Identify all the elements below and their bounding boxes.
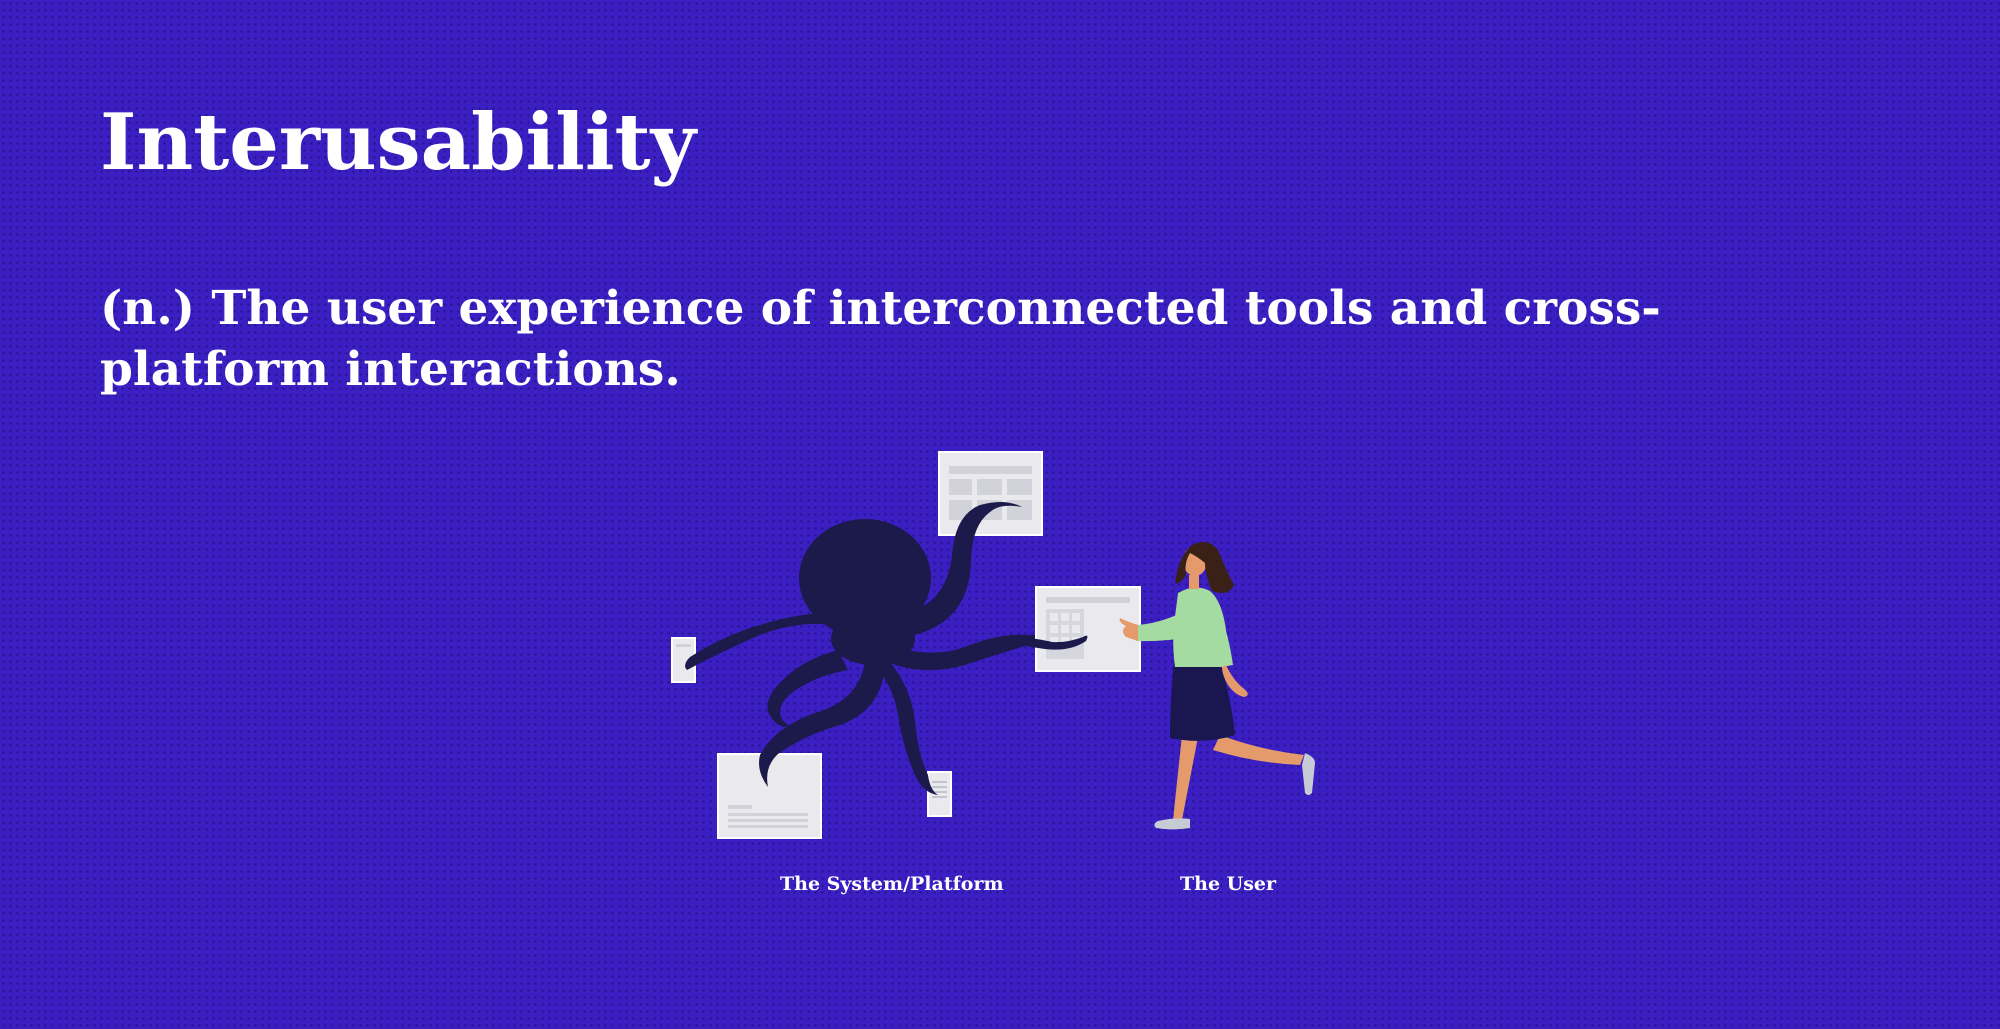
window-bottom-left (717, 753, 822, 839)
slide-title: Interusability (100, 97, 696, 188)
illustration (660, 445, 1340, 855)
window-doc-small (927, 771, 952, 817)
octopus-silhouette (685, 501, 1052, 795)
definition-text: (n.) The user experience of interconnect… (100, 281, 1661, 397)
window-top (938, 451, 1043, 536)
caption-system-platform: The System/Platform (780, 873, 1004, 895)
woman-walking-carrying-window (1119, 541, 1315, 830)
illustration-svg (671, 451, 1315, 839)
slide: Interusability (n.) The user experience … (0, 0, 2000, 1029)
caption-user: The User (1180, 873, 1277, 895)
